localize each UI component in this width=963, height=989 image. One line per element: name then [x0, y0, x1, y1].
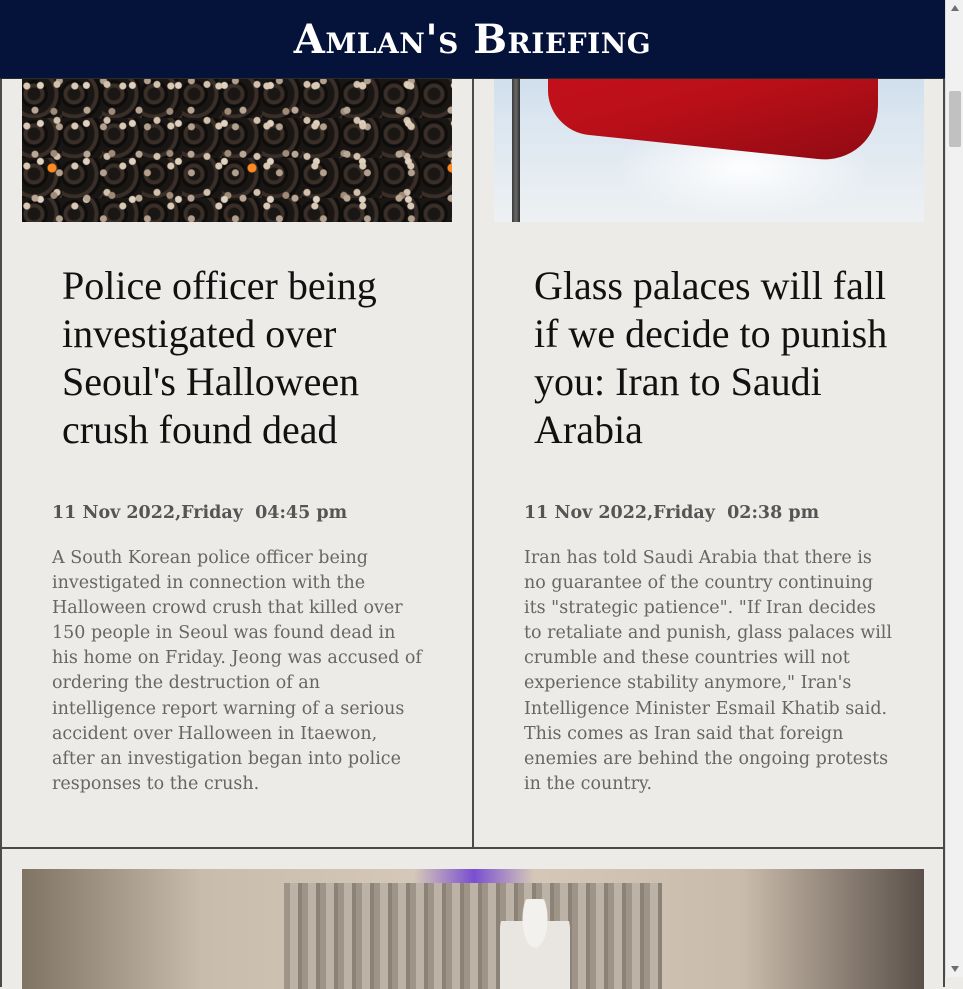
article-summary: A South Korean police officer being inve… [52, 548, 422, 794]
news-card[interactable]: Police officer being investigated over S… [0, 0, 474, 849]
article-date: 11 Nov 2022,Friday 02:38 pm [524, 503, 820, 523]
cathedral-photo [284, 883, 662, 989]
article-image[interactable] [22, 869, 924, 989]
news-card[interactable]: Glass palaces will fall if we decide to … [472, 0, 945, 849]
arrow-down-icon[interactable] [946, 961, 963, 977]
scrollbar-thumb[interactable] [949, 91, 961, 147]
site-header: Amlan's Briefing [0, 0, 945, 79]
news-grid: Police officer being investigated over S… [0, 0, 945, 989]
article-summary: Iran has told Saudi Arabia that there is… [524, 548, 892, 794]
article-headline[interactable]: Glass palaces will fall if we decide to … [534, 262, 894, 454]
article-date: 11 Nov 2022,Friday 04:45 pm [52, 503, 348, 523]
arrow-up-icon[interactable] [946, 0, 963, 16]
vertical-scrollbar[interactable] [945, 0, 963, 977]
site-title[interactable]: Amlan's Briefing [294, 16, 651, 63]
statue [500, 899, 570, 989]
image-accent [414, 869, 534, 883]
news-card[interactable] [0, 847, 945, 989]
article-headline[interactable]: Police officer being investigated over S… [62, 262, 422, 454]
